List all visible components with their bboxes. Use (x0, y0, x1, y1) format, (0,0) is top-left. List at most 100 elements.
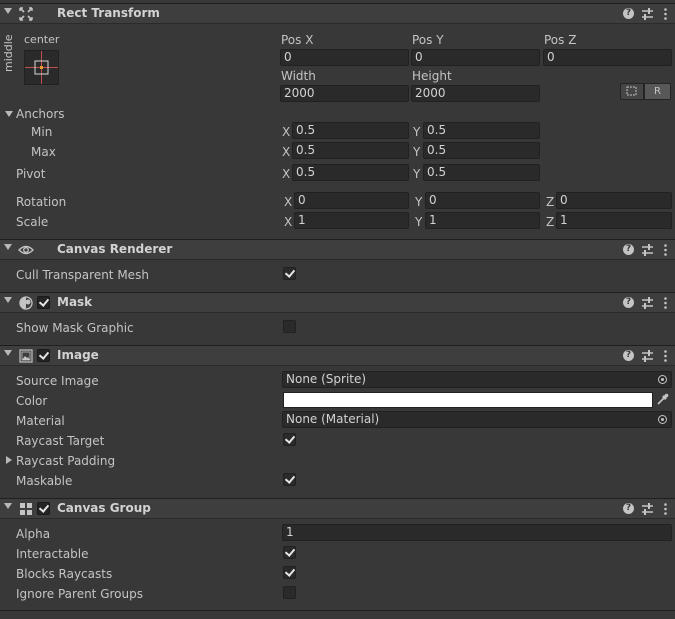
pos-y-field[interactable]: 0 (411, 49, 540, 66)
collapse-arrow-icon[interactable] (4, 8, 12, 14)
width-field[interactable]: 2000 (280, 85, 409, 102)
anchor-max-x-field[interactable]: 0.5 (292, 142, 409, 159)
pos-y-label: Pos Y (412, 33, 444, 47)
kebab-menu-icon[interactable] (664, 244, 667, 256)
pivot-y-field[interactable]: 0.5 (423, 164, 540, 181)
ignore-parent-groups-checkbox[interactable] (283, 586, 296, 599)
collapse-arrow-icon[interactable] (4, 503, 12, 509)
cull-transparent-mesh-checkbox[interactable] (283, 267, 296, 280)
anchor-max-y-field[interactable]: 0.5 (423, 142, 540, 159)
color-swatch[interactable] (283, 392, 653, 408)
blocks-raycasts-label: Blocks Raycasts (16, 567, 113, 581)
pivot-label: Pivot (16, 167, 46, 181)
alpha-label: Alpha (16, 527, 51, 541)
blocks-raycasts-checkbox[interactable] (283, 566, 296, 579)
help-icon[interactable]: ? (623, 503, 634, 514)
presets-icon[interactable] (642, 297, 653, 309)
blueprint-mode-button[interactable] (620, 83, 644, 100)
interactable-checkbox[interactable] (283, 546, 296, 559)
rotation-label: Rotation (16, 195, 67, 209)
rect-transform-header[interactable]: Rect Transform ? (0, 3, 675, 24)
raycast-target-checkbox[interactable] (283, 433, 296, 446)
presets-icon[interactable] (642, 244, 653, 256)
presets-icon[interactable] (642, 8, 653, 20)
axis-y-label: Y (415, 215, 423, 229)
rotation-z-field[interactable]: 0 (556, 192, 672, 209)
anchor-min-label: Min (31, 125, 53, 139)
anchor-min-y-field[interactable]: 0.5 (423, 122, 540, 139)
component-title: Mask (57, 295, 93, 309)
eye-icon (18, 245, 34, 255)
image-header[interactable]: Image ? (0, 345, 675, 366)
scale-y-field[interactable]: 1 (425, 212, 540, 229)
anchor-preset-icon (25, 51, 58, 84)
cull-transparent-mesh-label: Cull Transparent Mesh (16, 268, 149, 282)
help-icon[interactable]: ? (623, 8, 634, 19)
kebab-menu-icon[interactable] (664, 8, 667, 20)
axis-z-label: Z (546, 215, 555, 229)
mask-enabled-checkbox[interactable] (37, 296, 50, 309)
collapse-arrow-icon[interactable] (4, 297, 12, 303)
pos-z-field[interactable]: 0 (543, 49, 672, 66)
rect-transform-icon (19, 7, 33, 21)
scale-x-field[interactable]: 1 (294, 212, 409, 229)
axis-x-label: X (282, 167, 291, 181)
axis-z-label: Z (546, 195, 555, 209)
scale-z-field[interactable]: 1 (556, 212, 672, 229)
help-icon[interactable]: ? (623, 350, 634, 361)
blueprint-icon (626, 86, 637, 96)
raw-edit-button[interactable]: R (644, 83, 671, 100)
collapse-arrow-icon[interactable] (4, 244, 12, 250)
canvas-group-icon (20, 503, 32, 515)
material-field[interactable]: None (Material) (282, 411, 672, 428)
component-title: Rect Transform (57, 6, 160, 20)
alpha-field[interactable]: 1 (282, 524, 672, 541)
presets-icon[interactable] (642, 350, 653, 362)
mask-header[interactable]: Mask ? (0, 292, 675, 313)
object-picker-icon[interactable] (658, 415, 667, 424)
pivot-x-field[interactable]: 0.5 (292, 164, 409, 181)
rotation-y-field[interactable]: 0 (425, 192, 540, 209)
kebab-menu-icon[interactable] (664, 350, 667, 362)
kebab-menu-icon[interactable] (664, 297, 667, 309)
show-mask-graphic-label: Show Mask Graphic (16, 321, 134, 335)
anchor-presets-button[interactable] (24, 50, 59, 85)
axis-x-label: X (282, 125, 291, 139)
axis-y-label: Y (413, 145, 421, 159)
maskable-label: Maskable (16, 474, 73, 488)
canvas-renderer-header[interactable]: Canvas Renderer ? (0, 239, 675, 260)
rotation-x-field[interactable]: 0 (294, 192, 409, 209)
axis-y-label: Y (415, 195, 423, 209)
image-icon (19, 349, 33, 363)
axis-x-label: X (284, 215, 293, 229)
presets-icon[interactable] (642, 503, 653, 515)
anchor-preset-h-label: center (24, 33, 60, 46)
component-title: Image (57, 348, 99, 362)
maskable-checkbox[interactable] (283, 473, 296, 486)
axis-x-label: X (282, 145, 291, 159)
object-picker-icon[interactable] (658, 375, 667, 384)
anchor-min-x-field[interactable]: 0.5 (292, 122, 409, 139)
interactable-label: Interactable (16, 547, 89, 561)
raycast-padding-label[interactable]: Raycast Padding (16, 454, 115, 468)
pos-x-field[interactable]: 0 (280, 49, 409, 66)
eyedropper-icon[interactable] (656, 393, 669, 406)
image-enabled-checkbox[interactable] (37, 349, 50, 362)
raycast-padding-foldout-arrow-icon[interactable] (6, 456, 12, 464)
help-icon[interactable]: ? (623, 297, 634, 308)
help-icon[interactable]: ? (623, 244, 634, 255)
pos-x-label: Pos X (281, 33, 314, 47)
width-label: Width (281, 69, 316, 83)
canvas-group-header[interactable]: Canvas Group ? (0, 498, 675, 519)
height-field[interactable]: 2000 (411, 85, 540, 102)
axis-y-label: Y (413, 125, 421, 139)
source-image-field[interactable]: None (Sprite) (282, 371, 672, 388)
anchors-label[interactable]: Anchors (16, 107, 65, 121)
anchors-foldout-arrow-icon[interactable] (5, 111, 13, 117)
show-mask-graphic-checkbox[interactable] (283, 320, 296, 333)
mask-icon (19, 296, 33, 310)
canvas-group-enabled-checkbox[interactable] (37, 502, 50, 515)
kebab-menu-icon[interactable] (664, 503, 667, 515)
material-value: None (Material) (286, 412, 380, 426)
collapse-arrow-icon[interactable] (4, 350, 12, 356)
